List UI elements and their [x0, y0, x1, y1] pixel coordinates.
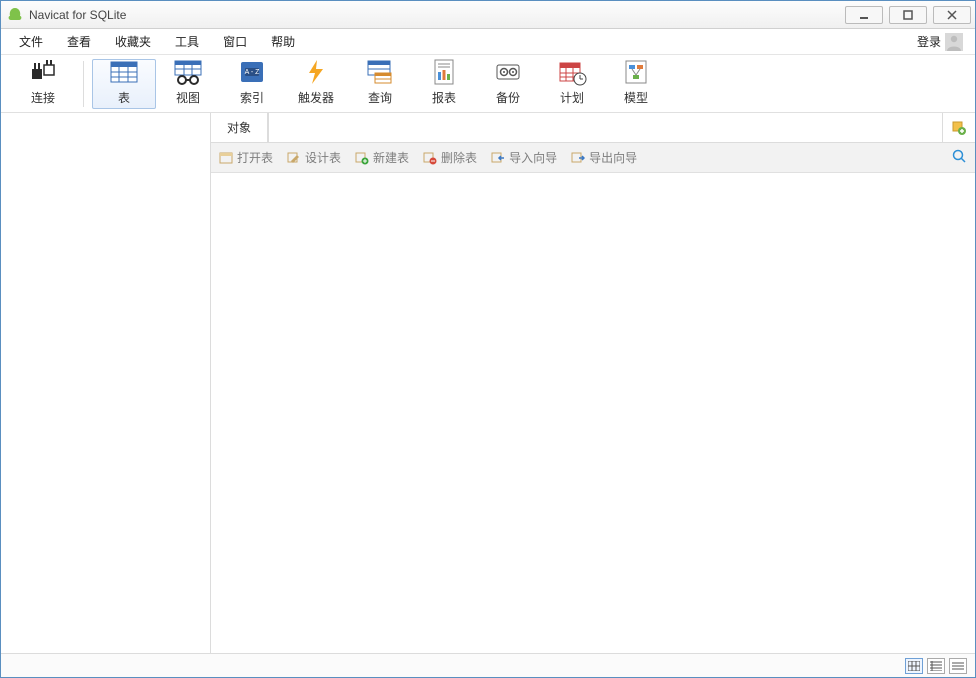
toolbar-model[interactable]: 模型 — [604, 59, 668, 109]
new-tab-button[interactable] — [943, 113, 975, 142]
import-icon — [491, 151, 505, 165]
main-area: 对象 打开表 — [1, 113, 975, 653]
action-delete-table-label: 删除表 — [441, 149, 477, 166]
toolbar-index-label: 索引 — [240, 89, 264, 106]
action-export-wizard[interactable]: 导出向导 — [571, 149, 637, 166]
app-icon — [7, 7, 23, 23]
menu-favorites[interactable]: 收藏夹 — [103, 30, 163, 53]
object-tabs: 对象 — [211, 113, 975, 143]
toolbar-index[interactable]: A - Z 索引 — [220, 59, 284, 109]
table-icon — [107, 57, 141, 87]
menu-file[interactable]: 文件 — [7, 30, 55, 53]
toolbar-trigger-label: 触发器 — [298, 89, 334, 106]
detail-view-icon — [952, 661, 964, 671]
toolbar-report-label: 报表 — [432, 89, 456, 106]
action-import-label: 导入向导 — [509, 149, 557, 166]
action-delete-table[interactable]: 删除表 — [423, 149, 477, 166]
action-design-table-label: 设计表 — [305, 149, 341, 166]
toolbar-query[interactable]: 查询 — [348, 59, 412, 109]
menu-view[interactable]: 查看 — [55, 30, 103, 53]
menubar: 文件 查看 收藏夹 工具 窗口 帮助 登录 — [1, 29, 975, 55]
action-new-table-label: 新建表 — [373, 149, 409, 166]
minimize-button[interactable] — [845, 6, 883, 24]
toolbar-model-label: 模型 — [624, 89, 648, 106]
toolbar-report[interactable]: 报表 — [412, 59, 476, 109]
tab-blank-area — [268, 113, 943, 142]
window-title: Navicat for SQLite — [29, 8, 845, 22]
toolbar-trigger[interactable]: 触发器 — [284, 59, 348, 109]
action-import-wizard[interactable]: 导入向导 — [491, 149, 557, 166]
main-toolbar: 连接 表 — [1, 55, 975, 113]
toolbar-connect-label: 连接 — [31, 89, 55, 106]
toolbar-backup[interactable]: 备份 — [476, 59, 540, 109]
toolbar-table[interactable]: 表 — [92, 59, 156, 109]
menu-help[interactable]: 帮助 — [259, 30, 307, 53]
action-open-table[interactable]: 打开表 — [219, 149, 273, 166]
view-mode-grid[interactable] — [905, 658, 923, 674]
view-mode-list[interactable] — [927, 658, 945, 674]
avatar-icon — [945, 33, 963, 51]
toolbar-query-label: 查询 — [368, 89, 392, 106]
right-pane: 对象 打开表 — [211, 113, 975, 653]
calendar-clock-icon — [555, 57, 589, 87]
toolbar-view[interactable]: 视图 — [156, 59, 220, 109]
toolbar-separator — [83, 61, 84, 107]
grid-view-icon — [908, 661, 920, 671]
open-table-icon — [219, 151, 233, 165]
action-export-label: 导出向导 — [589, 149, 637, 166]
titlebar: Navicat for SQLite — [1, 1, 975, 29]
tab-object[interactable]: 对象 — [211, 113, 268, 142]
index-icon: A - Z — [235, 57, 269, 87]
connection-tree[interactable] — [1, 113, 211, 653]
lightning-icon — [299, 57, 333, 87]
menu-window[interactable]: 窗口 — [211, 30, 259, 53]
app-window: Navicat for SQLite 文件 查看 收藏夹 工具 窗口 帮助 登录 — [0, 0, 976, 678]
action-open-table-label: 打开表 — [237, 149, 273, 166]
search-icon — [951, 148, 967, 164]
toolbar-table-label: 表 — [118, 89, 130, 106]
delete-table-icon — [423, 151, 437, 165]
login-button[interactable]: 登录 — [911, 30, 969, 54]
action-design-table[interactable]: 设计表 — [287, 149, 341, 166]
report-icon — [427, 57, 461, 87]
toolbar-connect[interactable]: 连接 — [11, 59, 75, 109]
maximize-button[interactable] — [889, 6, 927, 24]
object-list-area[interactable] — [211, 173, 975, 653]
model-icon — [619, 57, 653, 87]
statusbar — [1, 653, 975, 677]
action-new-table[interactable]: 新建表 — [355, 149, 409, 166]
svg-text:A - Z: A - Z — [245, 69, 261, 76]
object-search-button[interactable] — [951, 148, 967, 167]
list-view-icon — [930, 661, 942, 671]
plug-icon — [26, 57, 60, 87]
design-table-icon — [287, 151, 301, 165]
toolbar-schedule-label: 计划 — [560, 89, 584, 106]
object-actionbar: 打开表 设计表 新建表 — [211, 143, 975, 173]
toolbar-schedule[interactable]: 计划 — [540, 59, 604, 109]
toolbar-view-label: 视图 — [176, 89, 200, 106]
view-icon — [171, 57, 205, 87]
menu-tools[interactable]: 工具 — [163, 30, 211, 53]
new-tab-icon — [951, 120, 967, 136]
new-table-icon — [355, 151, 369, 165]
login-label: 登录 — [917, 33, 941, 50]
tab-object-label: 对象 — [227, 119, 251, 136]
toolbar-backup-label: 备份 — [496, 89, 520, 106]
window-controls — [845, 6, 971, 24]
view-mode-detail[interactable] — [949, 658, 967, 674]
export-icon — [571, 151, 585, 165]
backup-icon — [491, 57, 525, 87]
query-icon — [363, 57, 397, 87]
close-button[interactable] — [933, 6, 971, 24]
